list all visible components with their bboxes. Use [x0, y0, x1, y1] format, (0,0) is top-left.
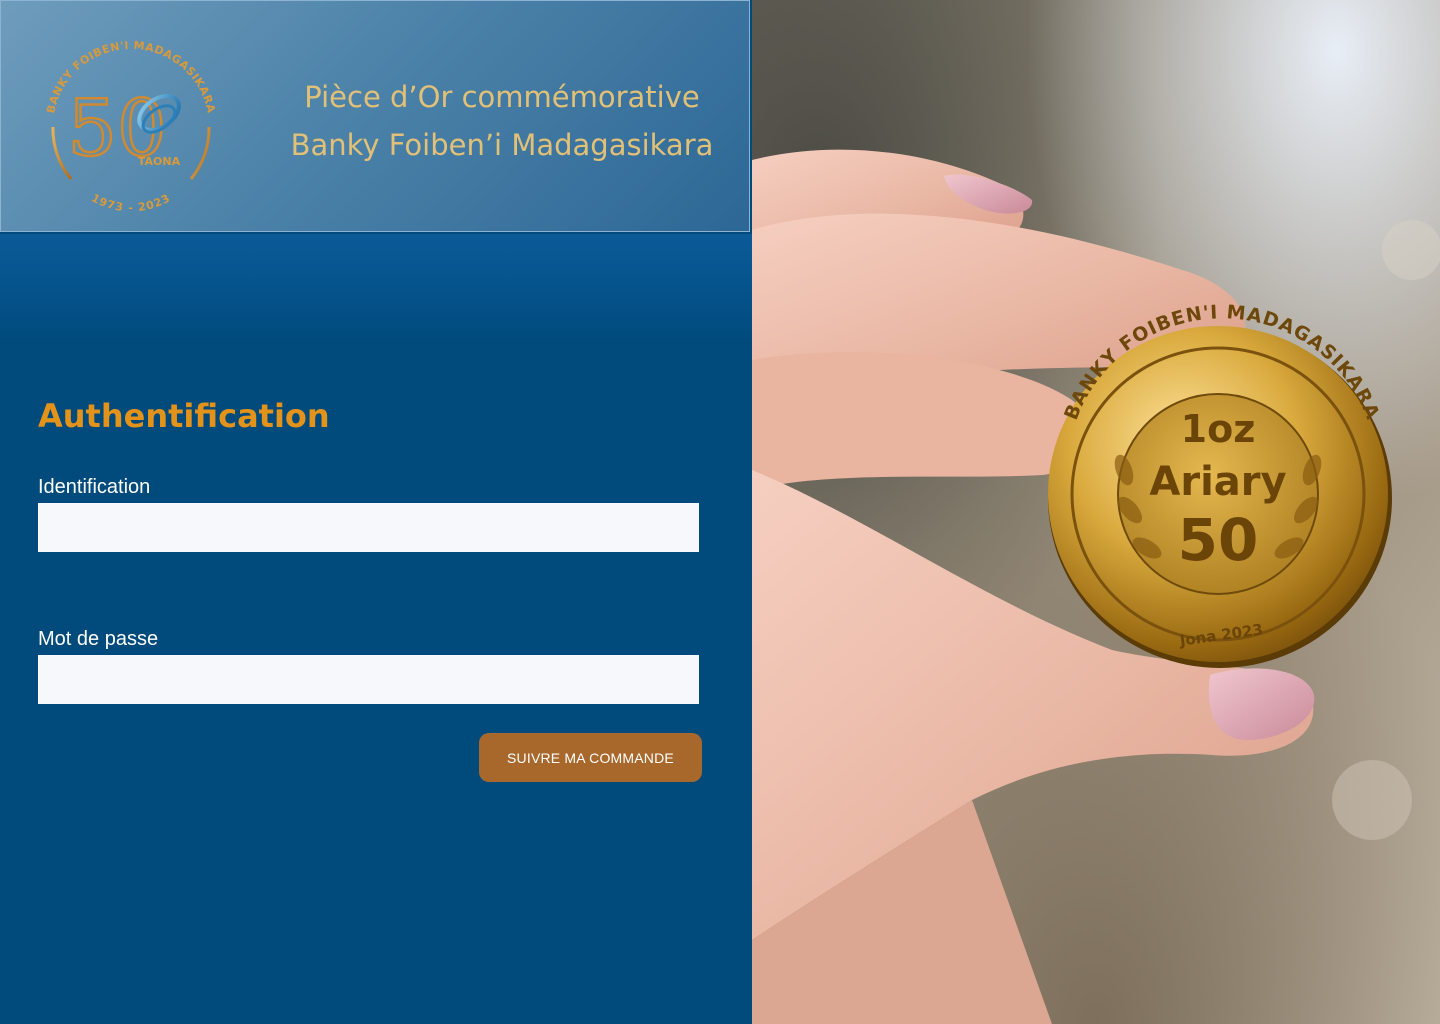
coin-currency: Ariary	[1149, 459, 1286, 505]
header-title-line1: Pièce d’Or commémorative	[304, 80, 700, 114]
coin-photo: BANKY FOIBEN'I MADAGASIKARA 1oz Ariary 5…	[752, 0, 1440, 1024]
anniversary-50-logo-icon: BANKY FOIBEN'I MADAGASIKARA 1973 - 2023 …	[44, 39, 217, 214]
header-title-line2: Banky Foiben’i Madagasikara	[290, 128, 714, 162]
svg-text:1973 - 2023: 1973 - 2023	[89, 191, 172, 214]
identification-input[interactable]	[38, 503, 699, 552]
logo-years-text: 1973 - 2023	[89, 191, 171, 214]
coin-weight: 1oz	[1181, 407, 1256, 451]
password-label: Mot de passe	[38, 628, 159, 650]
logo-word: TAONA	[138, 155, 181, 168]
password-input[interactable]	[38, 655, 699, 704]
coin-value: 50	[1178, 506, 1259, 574]
track-order-button[interactable]: SUIVRE MA COMMANDE	[479, 733, 702, 782]
page-title: Authentification	[38, 397, 330, 435]
header-glow	[0, 234, 752, 344]
login-page: BANKY FOIBEN'I MADAGASIKARA 1973 - 2023 …	[0, 0, 1440, 1024]
identification-label: Identification	[38, 476, 151, 498]
login-panel: BANKY FOIBEN'I MADAGASIKARA 1973 - 2023 …	[0, 0, 752, 1024]
header-banner: BANKY FOIBEN'I MADAGASIKARA 1973 - 2023 …	[0, 0, 750, 232]
header-title: Pièce d’Or commémorative Banky Foiben’i …	[256, 73, 748, 169]
gold-coin-photo-icon: BANKY FOIBEN'I MADAGASIKARA 1oz Ariary 5…	[752, 0, 1440, 1024]
